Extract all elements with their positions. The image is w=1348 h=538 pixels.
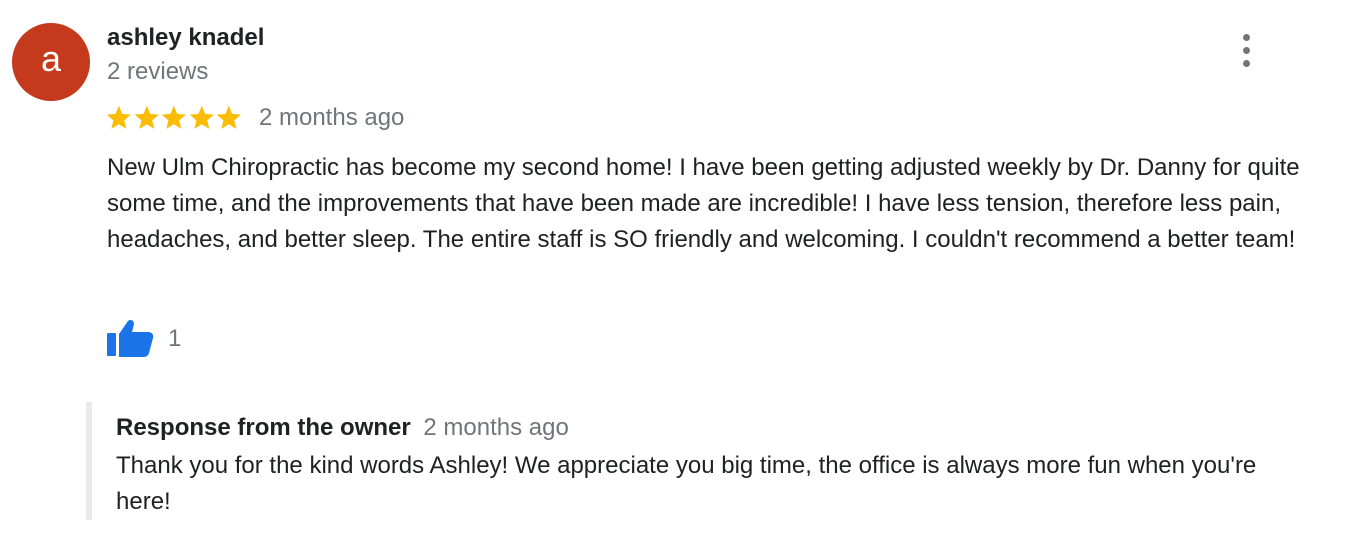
owner-response-label: Response from the owner (116, 414, 411, 441)
owner-response-time: 2 months ago (423, 414, 569, 441)
more-vert-icon (1242, 33, 1250, 41)
review-count[interactable]: 2 reviews (107, 58, 208, 86)
owner-response: Response from the owner 2 months ago Tha… (86, 402, 1326, 520)
more-vert-icon-dot (1242, 46, 1250, 54)
avatar-letter: a (40, 38, 62, 79)
star-rating (105, 104, 243, 132)
thumbs-up-icon[interactable] (106, 318, 154, 360)
star-icon (189, 105, 214, 130)
star-icon (161, 105, 187, 130)
rating-row: 2 months ago (105, 100, 404, 136)
more-vert-icon-dot (1242, 59, 1250, 67)
star-icon (106, 105, 131, 130)
review-time: 2 months ago (258, 104, 405, 131)
owner-response-header: Response from the owner 2 months ago (116, 414, 569, 442)
star-icon (134, 105, 159, 130)
avatar[interactable]: a (12, 23, 90, 101)
author-name[interactable]: ashley knadel (107, 24, 264, 52)
like-row: 1 (106, 318, 181, 360)
star-icon (217, 105, 242, 130)
review-text: New Ulm Chiropractic has become my secon… (107, 154, 1300, 253)
like-count: 1 (168, 325, 182, 352)
more-options-button[interactable] (1230, 30, 1262, 70)
owner-response-text: Thank you for the kind words Ashley! We … (116, 452, 1257, 515)
